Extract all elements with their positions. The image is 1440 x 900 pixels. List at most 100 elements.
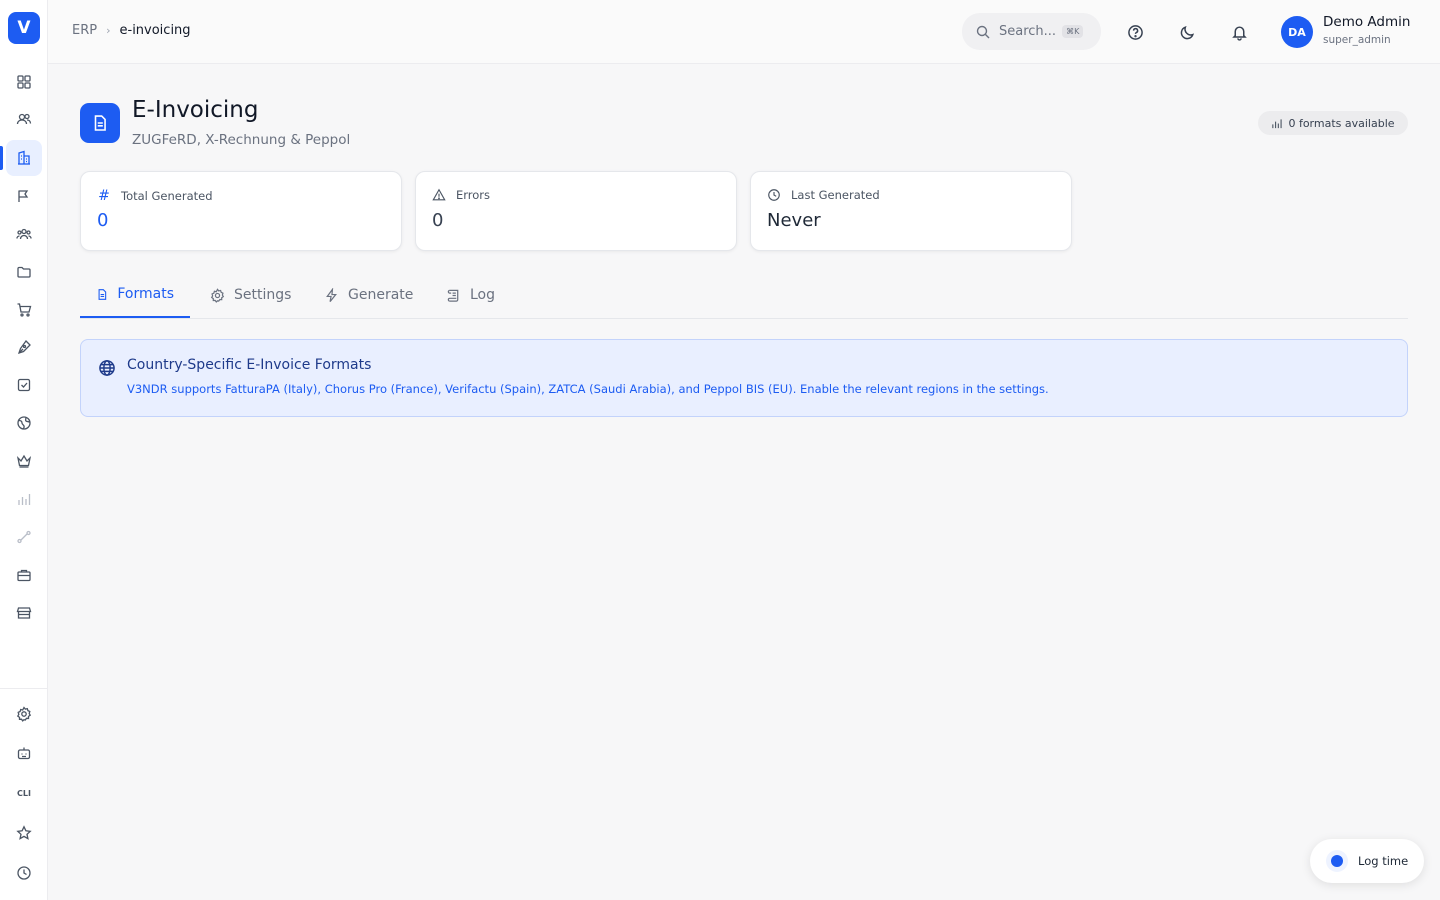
help-icon bbox=[1127, 24, 1143, 40]
sidebar-item-jobs[interactable] bbox=[6, 557, 42, 593]
gear-icon bbox=[16, 706, 32, 722]
theme-toggle-button[interactable] bbox=[1175, 20, 1199, 44]
store-icon bbox=[16, 607, 32, 619]
chevron-right-icon: › bbox=[106, 24, 111, 37]
tab-settings[interactable]: Settings bbox=[194, 272, 307, 318]
sidebar-item-campaigns[interactable] bbox=[6, 178, 42, 214]
folder-icon bbox=[17, 266, 31, 278]
sidebar-item-web[interactable] bbox=[6, 405, 42, 441]
stat-header: # Total Generated bbox=[97, 188, 213, 204]
tab-log[interactable]: Log bbox=[430, 272, 511, 318]
gear-icon bbox=[210, 287, 225, 303]
log-time-button[interactable]: Log time bbox=[1310, 839, 1424, 883]
bell-icon bbox=[1231, 25, 1247, 41]
tab-bar: Formats Settings Generate Log bbox=[80, 272, 1408, 319]
tab-label: Generate bbox=[348, 287, 414, 303]
sidebar-item-premium[interactable] bbox=[6, 443, 42, 479]
stat-header: Errors bbox=[432, 188, 490, 202]
tab-formats[interactable]: Formats bbox=[80, 272, 190, 318]
document-icon bbox=[98, 288, 107, 300]
stat-header: Last Generated bbox=[767, 188, 880, 202]
stat-label: Last Generated bbox=[791, 188, 880, 202]
hash-icon: # bbox=[98, 188, 110, 204]
sidebar-item-ai[interactable] bbox=[6, 735, 42, 771]
pen-icon bbox=[17, 340, 31, 355]
search-placeholder: Search... bbox=[999, 24, 1057, 39]
briefcase-icon bbox=[17, 569, 31, 582]
user-name[interactable]: Demo Admin bbox=[1323, 14, 1410, 30]
cli-icon: CLI bbox=[17, 788, 31, 798]
info-text: V3NDR supports FatturaPA (Italy), Chorus… bbox=[127, 382, 1049, 396]
tab-label: Log bbox=[470, 287, 496, 303]
breadcrumb-root[interactable]: ERP bbox=[72, 23, 97, 38]
avatar[interactable]: DA bbox=[1281, 16, 1313, 48]
document-icon bbox=[94, 115, 106, 131]
sidebar-item-shop[interactable] bbox=[6, 292, 42, 328]
scroll-icon bbox=[447, 289, 459, 302]
user-role: super_admin bbox=[1323, 34, 1391, 46]
stat-value: 0 bbox=[97, 210, 109, 231]
moon-icon bbox=[1180, 25, 1194, 39]
info-title: Country-Specific E-Invoice Formats bbox=[127, 357, 372, 373]
sidebar-item-favorites[interactable] bbox=[6, 815, 42, 851]
sidebar-item-history[interactable] bbox=[6, 855, 42, 891]
tab-label: Settings bbox=[234, 287, 292, 303]
clock-icon bbox=[768, 189, 780, 201]
help-button[interactable] bbox=[1123, 20, 1147, 44]
active-indicator bbox=[0, 146, 3, 170]
tab-label: Formats bbox=[117, 286, 174, 302]
page-title: E-Invoicing bbox=[132, 97, 259, 123]
sidebar-divider bbox=[0, 688, 48, 689]
sidebar-item-dashboard[interactable] bbox=[6, 64, 42, 100]
globe-icon bbox=[17, 416, 31, 430]
breadcrumb: ERP › e-invoicing bbox=[72, 23, 191, 38]
page-subtitle: ZUGFeRD, X-Rechnung & Peppol bbox=[132, 132, 351, 148]
stat-card-last-generated: Last Generated Never bbox=[750, 171, 1072, 251]
team-icon bbox=[16, 228, 32, 240]
search-shortcut: ⌘K bbox=[1062, 25, 1084, 38]
sidebar-item-files[interactable] bbox=[6, 254, 42, 290]
stat-card-errors: Errors 0 bbox=[415, 171, 737, 251]
stat-card-total-generated: # Total Generated 0 bbox=[80, 171, 402, 251]
sidebar-item-sign[interactable] bbox=[6, 329, 42, 365]
sidebar-item-tasks[interactable] bbox=[6, 367, 42, 403]
sidebar-item-erp[interactable] bbox=[6, 140, 42, 176]
checkbox-icon bbox=[17, 378, 31, 392]
notifications-button[interactable] bbox=[1227, 20, 1251, 44]
tab-generate[interactable]: Generate bbox=[308, 272, 429, 318]
search-input[interactable]: Search... ⌘K bbox=[962, 13, 1101, 50]
sidebar-item-workflows[interactable] bbox=[6, 519, 42, 555]
building-icon bbox=[18, 150, 30, 165]
sidebar-item-cli[interactable]: CLI bbox=[6, 775, 42, 811]
search-icon bbox=[976, 25, 990, 38]
lightning-icon bbox=[326, 287, 337, 302]
star-icon bbox=[16, 825, 32, 840]
topbar: ERP › e-invoicing Search... ⌘K DA Demo A… bbox=[48, 0, 1440, 64]
route-icon bbox=[17, 530, 31, 544]
chart-icon bbox=[18, 494, 31, 505]
stat-value: 0 bbox=[432, 210, 444, 231]
page-icon bbox=[80, 103, 120, 143]
grid-icon bbox=[17, 75, 31, 89]
sidebar-item-contacts[interactable] bbox=[6, 101, 42, 137]
robot-icon bbox=[17, 747, 31, 760]
info-callout: Country-Specific E-Invoice Formats V3NDR… bbox=[80, 339, 1408, 417]
sidebar: V CLI bbox=[0, 0, 48, 900]
crown-icon bbox=[16, 454, 32, 468]
users-icon bbox=[16, 113, 32, 125]
stat-label: Total Generated bbox=[121, 189, 213, 203]
breadcrumb-current: e-invoicing bbox=[119, 23, 191, 38]
app-logo[interactable]: V bbox=[8, 12, 40, 44]
sidebar-item-analytics[interactable] bbox=[6, 481, 42, 517]
sidebar-item-store[interactable] bbox=[6, 595, 42, 631]
clock-icon bbox=[17, 866, 31, 880]
bar-chart-icon bbox=[1272, 118, 1283, 128]
cart-icon bbox=[17, 303, 32, 317]
formats-count-text: 0 formats available bbox=[1288, 116, 1395, 130]
sidebar-item-settings[interactable] bbox=[6, 696, 42, 732]
sidebar-item-teams[interactable] bbox=[6, 216, 42, 252]
log-time-label: Log time bbox=[1358, 854, 1409, 868]
stat-value: Never bbox=[767, 210, 821, 231]
stat-label: Errors bbox=[456, 188, 491, 202]
flag-icon bbox=[18, 190, 29, 202]
